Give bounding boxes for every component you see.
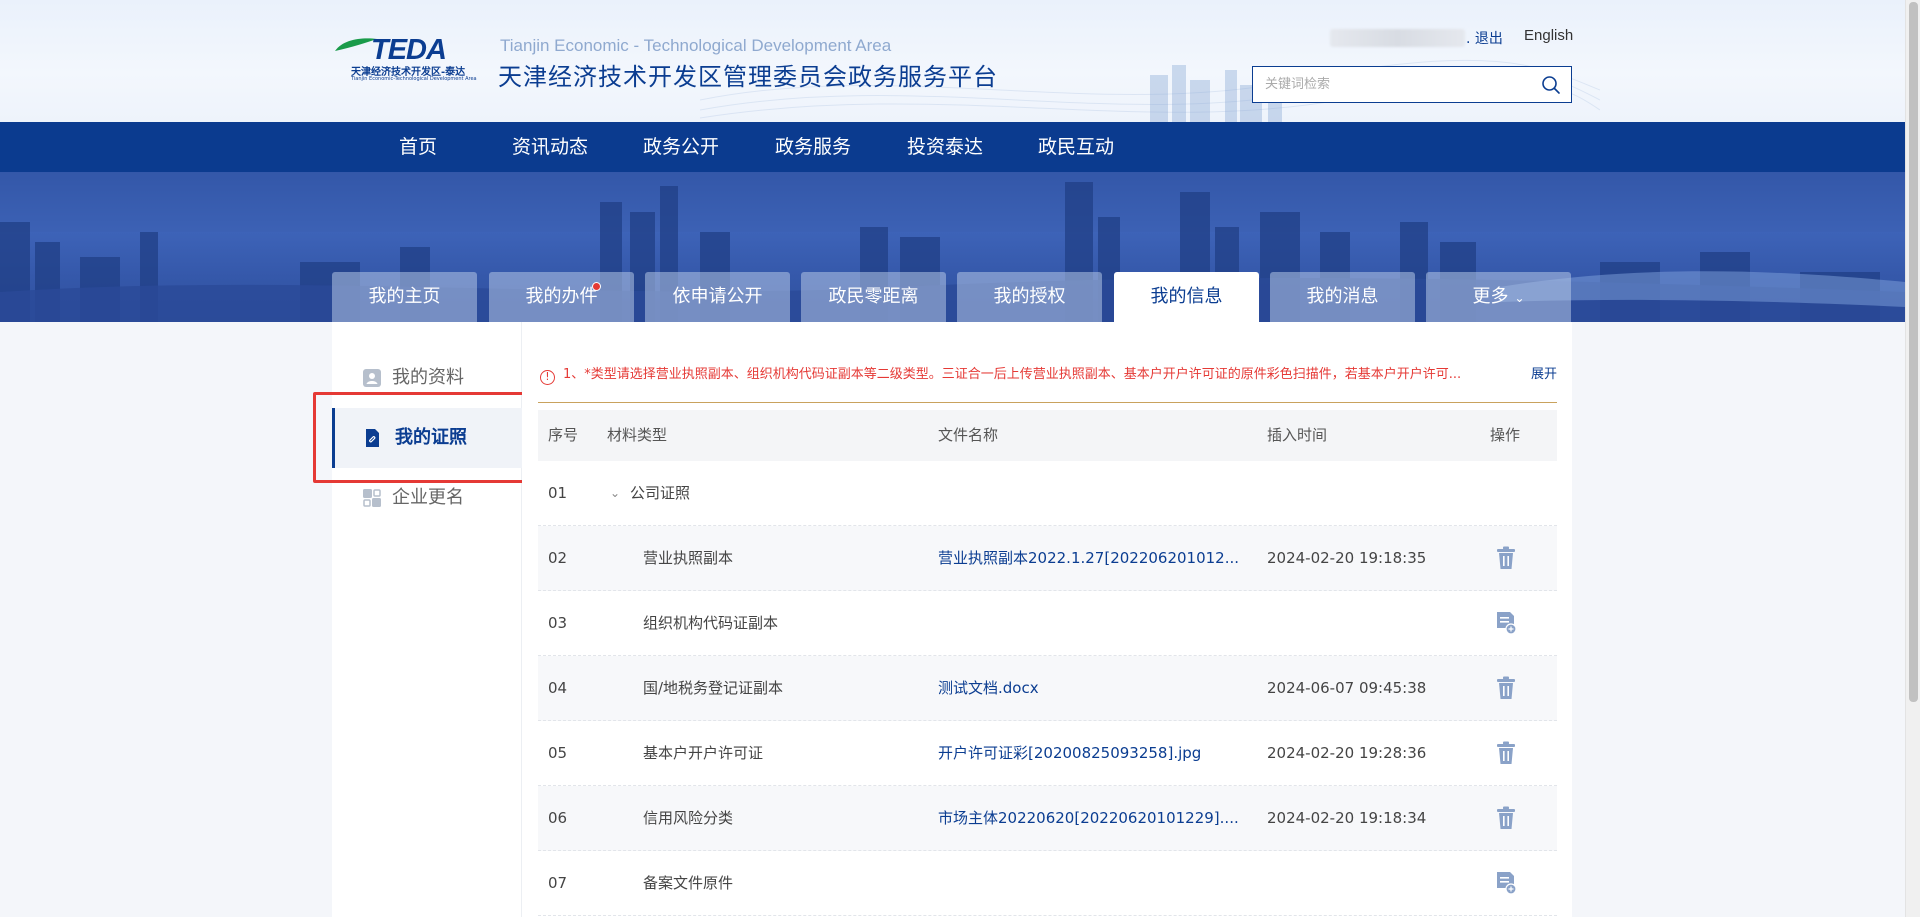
file-link[interactable]: 市场主体20220620[20220620101229].... [938,786,1239,851]
scrollbar-thumb[interactable] [1909,2,1918,702]
english-link[interactable]: English [1524,27,1573,44]
table-row: 04 国/地税务登记证副本 测试文档.docx 2024-06-07 09:45… [538,656,1557,721]
logout-link[interactable]: . 退出 [1466,28,1503,48]
trash-icon[interactable] [1495,806,1517,830]
tab-my-info[interactable]: 我的信息 [1114,272,1259,322]
rename-icon [363,489,381,507]
table-row: 02 营业执照副本 营业执照副本2022.1.27[202206201012..… [538,526,1557,591]
tab-more[interactable]: 更多 ⌄ [1426,272,1571,322]
notification-dot [592,282,601,291]
trash-icon[interactable] [1495,741,1517,765]
notice-banner: ! 1、*类型请选择营业执照副本、组织机构代码证副本等二级类型。三证合一后上传营业… [540,363,1557,385]
nav-news[interactable]: 资讯动态 [507,122,593,172]
col-no: 序号 [548,426,579,444]
main-nav: 首页 资讯动态 政务公开 政务服务 投资泰达 政民互动 [0,122,1905,172]
tab-zero-distance[interactable]: 政民零距离 [801,272,946,322]
site-title-en: Tianjin Economic - Technological Develop… [500,36,892,55]
username-redacted [1330,29,1465,47]
upload-file-icon[interactable] [1495,611,1517,635]
search-box [1252,66,1572,103]
site-title-cn: 天津经济技术开发区管理委员会政务服务平台 [498,63,998,91]
logo-en-text: Tianjin Economic-Technological Developme… [351,76,477,82]
teda-logo[interactable]: TEDA 天津经济技术开发区-泰达 Tianjin Economic-Techn… [333,34,489,84]
trash-icon[interactable] [1495,676,1517,700]
chevron-down-icon[interactable]: ⌄ [610,461,620,526]
table-row: 05 基本户开户许可证 开户许可证彩[20200825093258].jpg 2… [538,721,1557,786]
table-row: 06 信用风险分类 市场主体20220620[20220620101229]..… [538,786,1557,851]
search-icon[interactable] [1541,75,1561,95]
search-input[interactable] [1253,67,1523,102]
table-row: 03 组织机构代码证副本 [538,591,1557,656]
divider [538,402,1557,403]
site-header: TEDA 天津经济技术开发区-泰达 Tianjin Economic-Techn… [0,0,1905,122]
trash-icon[interactable] [1495,546,1517,570]
tab-my-authorization[interactable]: 我的授权 [957,272,1102,322]
col-action: 操作 [1490,426,1521,444]
nav-home[interactable]: 首页 [382,122,454,172]
profile-icon [363,369,381,387]
upload-file-icon[interactable] [1495,871,1517,895]
nav-invest[interactable]: 投资泰达 [902,122,988,172]
table-row: 01 ⌄ 公司证照 [538,461,1557,526]
tab-my-messages[interactable]: 我的消息 [1270,272,1415,322]
file-link[interactable]: 开户许可证彩[20200825093258].jpg [938,721,1201,786]
notice-text: 1、*类型请选择营业执照副本、组织机构代码证副本等二级类型。三证合一后上传营业执… [563,367,1462,382]
chevron-down-icon: ⌄ [1514,291,1525,305]
highlight-annotation-box [313,392,536,483]
col-type: 材料类型 [607,426,668,444]
page-scrollbar[interactable] [1905,0,1920,917]
col-time: 插入时间 [1267,426,1328,444]
expand-link[interactable]: 展开 [1527,363,1558,382]
city-skyline-image [0,172,1905,322]
tab-my-cases[interactable]: 我的办件 [489,272,634,322]
nav-interaction[interactable]: 政民互动 [1033,122,1119,172]
city-banner [0,172,1905,322]
tab-apply-disclosure[interactable]: 依申请公开 [645,272,790,322]
warning-icon: ! [540,370,555,385]
nav-gov-open[interactable]: 政务公开 [638,122,724,172]
table-row: 07 备案文件原件 [538,851,1557,916]
table-header: 序号 材料类型 文件名称 插入时间 操作 [538,410,1557,461]
nav-gov-service[interactable]: 政务服务 [770,122,856,172]
file-link[interactable]: 营业执照副本2022.1.27[202206201012... [938,526,1239,591]
file-link[interactable]: 测试文档.docx [938,656,1039,721]
tab-my-home[interactable]: 我的主页 [332,272,477,322]
group-label: 公司证照 [630,484,691,502]
col-file: 文件名称 [938,426,999,444]
